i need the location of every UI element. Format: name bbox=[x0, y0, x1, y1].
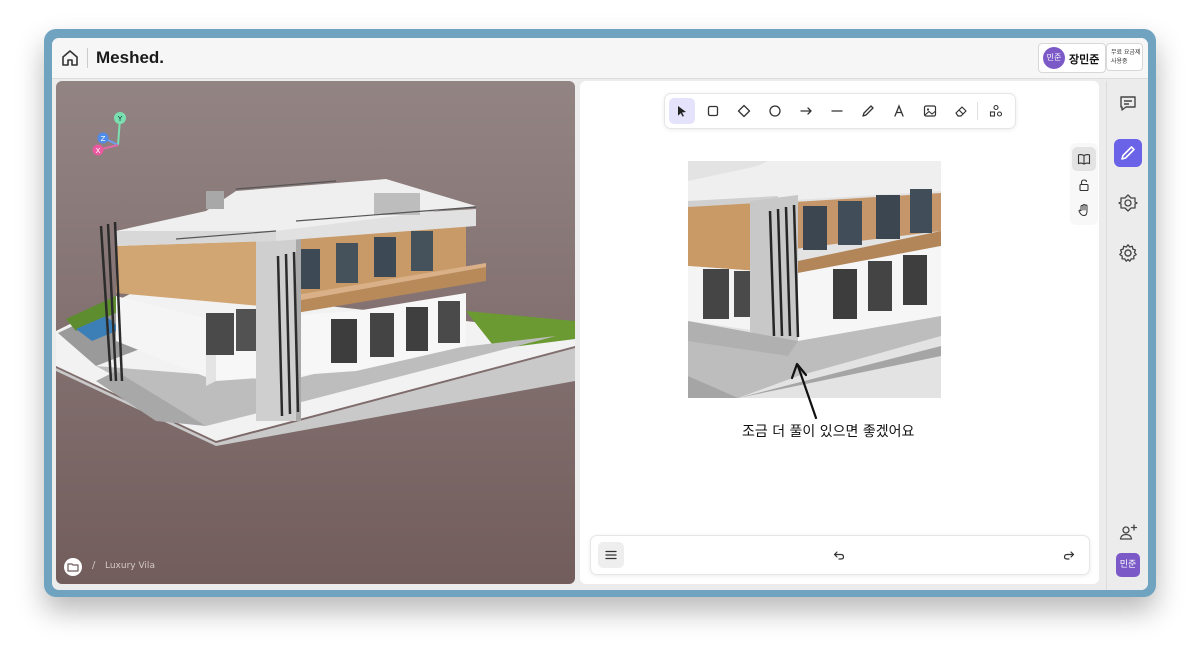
eraser-icon bbox=[955, 106, 967, 117]
top-header: Meshed. 민준 장민준 무료 요금제 사용중 bbox=[52, 38, 1148, 79]
hamburger-icon bbox=[605, 550, 617, 560]
shapes-library-tool[interactable] bbox=[983, 98, 1009, 124]
redo-button[interactable] bbox=[1061, 547, 1077, 563]
cursor-icon bbox=[678, 106, 686, 117]
add-user-icon bbox=[1119, 524, 1138, 540]
whiteboard-canvas[interactable]: 조금 더 풀이 있으면 좋겠어요 bbox=[580, 81, 1099, 584]
lock-button[interactable] bbox=[1072, 173, 1096, 197]
right-sidebar: 민준 bbox=[1106, 81, 1148, 590]
invite-user-button[interactable] bbox=[1114, 518, 1142, 546]
toolbar-divider bbox=[977, 102, 978, 120]
arrow-tool[interactable] bbox=[793, 98, 819, 124]
undo-button[interactable] bbox=[831, 547, 847, 563]
undo-icon bbox=[833, 551, 845, 560]
header-divider bbox=[87, 48, 88, 68]
plan-line-1: 무료 요금제 bbox=[1111, 49, 1141, 56]
sparkle-flower-icon bbox=[1118, 194, 1138, 212]
image-icon bbox=[923, 105, 937, 117]
plan-badge[interactable]: 무료 요금제 사용중 bbox=[1106, 43, 1143, 71]
line-icon bbox=[831, 110, 843, 112]
pan-button[interactable] bbox=[1072, 198, 1096, 222]
home-icon bbox=[62, 50, 78, 66]
hand-icon bbox=[1078, 204, 1088, 216]
breadcrumb-project[interactable]: Luxury Vila bbox=[105, 561, 155, 571]
home-button[interactable] bbox=[60, 48, 80, 68]
redo-icon bbox=[1063, 551, 1075, 560]
diamond-icon bbox=[737, 104, 751, 118]
settings-button[interactable] bbox=[1114, 239, 1142, 267]
user-avatar: 민준 bbox=[1043, 47, 1065, 69]
folder-icon bbox=[67, 563, 79, 572]
comment-icon bbox=[1120, 96, 1136, 111]
gear-icon bbox=[1119, 244, 1137, 262]
text-icon bbox=[894, 104, 904, 117]
text-tool[interactable] bbox=[886, 98, 912, 124]
eraser-tool[interactable] bbox=[948, 98, 974, 124]
pencil-icon bbox=[1121, 146, 1135, 160]
sidebar-user-avatar[interactable]: 민준 bbox=[1116, 553, 1140, 577]
ellipse-tool[interactable] bbox=[762, 98, 788, 124]
edit-button[interactable] bbox=[1114, 139, 1142, 167]
pencil-icon bbox=[862, 105, 874, 117]
annotation-text[interactable]: 조금 더 풀이 있으면 좋겠어요 bbox=[742, 421, 914, 441]
rectangle-icon bbox=[707, 105, 719, 117]
app-window: Meshed. 민준 장민준 무료 요금제 사용중 Y Z X / Luxury… bbox=[52, 38, 1148, 590]
arrow-icon bbox=[800, 107, 812, 115]
image-tool[interactable] bbox=[917, 98, 943, 124]
menu-button[interactable] bbox=[598, 542, 624, 568]
rectangle-tool[interactable] bbox=[700, 98, 726, 124]
breadcrumb-separator: / bbox=[92, 560, 96, 571]
library-button[interactable] bbox=[1072, 147, 1096, 171]
user-name: 장민준 bbox=[1069, 53, 1100, 66]
canvas-side-tools bbox=[1070, 143, 1098, 225]
villa-model bbox=[56, 179, 575, 446]
folder-button[interactable] bbox=[64, 558, 82, 576]
drawing-toolbar bbox=[664, 93, 1016, 129]
ai-assistant-button[interactable] bbox=[1114, 189, 1142, 217]
annotation-arrow[interactable] bbox=[780, 356, 840, 426]
user-profile[interactable]: 민준 장민준 bbox=[1038, 43, 1106, 73]
unlock-icon bbox=[1079, 179, 1089, 192]
pencil-tool[interactable] bbox=[855, 98, 881, 124]
canvas-bottom-bar bbox=[590, 535, 1090, 575]
3d-viewer[interactable]: Y Z X / Luxury Vila bbox=[56, 81, 575, 584]
comments-button[interactable] bbox=[1114, 89, 1142, 117]
circle-icon bbox=[769, 105, 781, 117]
select-tool[interactable] bbox=[669, 98, 695, 124]
diamond-tool[interactable] bbox=[731, 98, 757, 124]
plan-line-2: 사용중 bbox=[1111, 58, 1128, 65]
line-tool[interactable] bbox=[824, 98, 850, 124]
book-icon bbox=[1077, 154, 1091, 165]
shapes-icon bbox=[989, 104, 1003, 117]
app-brand: Meshed. bbox=[96, 48, 165, 67]
